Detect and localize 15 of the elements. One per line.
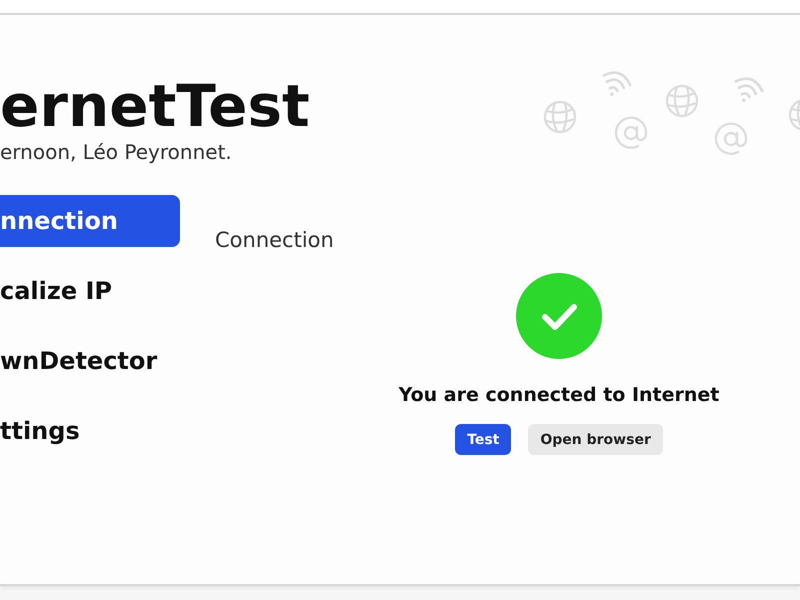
status-message: You are connected to Internet xyxy=(398,383,720,407)
at-sign-icon xyxy=(714,122,748,156)
sidebar-item[interactable]: calize IP xyxy=(0,265,112,317)
page-heading: Connection xyxy=(215,227,334,253)
app-title: ernetTest xyxy=(0,75,310,137)
open-browser-button[interactable]: Open browser xyxy=(528,424,663,455)
test-button[interactable]: Test xyxy=(455,424,512,455)
sidebar-item[interactable]: nnection xyxy=(0,195,180,247)
greeting-text: ernoon, Léo Peyronnet. xyxy=(0,139,232,165)
globe-icon xyxy=(543,100,577,134)
at-sign-icon xyxy=(614,116,648,150)
globe-icon xyxy=(665,84,699,118)
check-circle-icon xyxy=(516,273,602,359)
sidebar-item[interactable]: wnDetector xyxy=(0,335,158,387)
sidebar-item[interactable]: ttings xyxy=(0,405,80,457)
